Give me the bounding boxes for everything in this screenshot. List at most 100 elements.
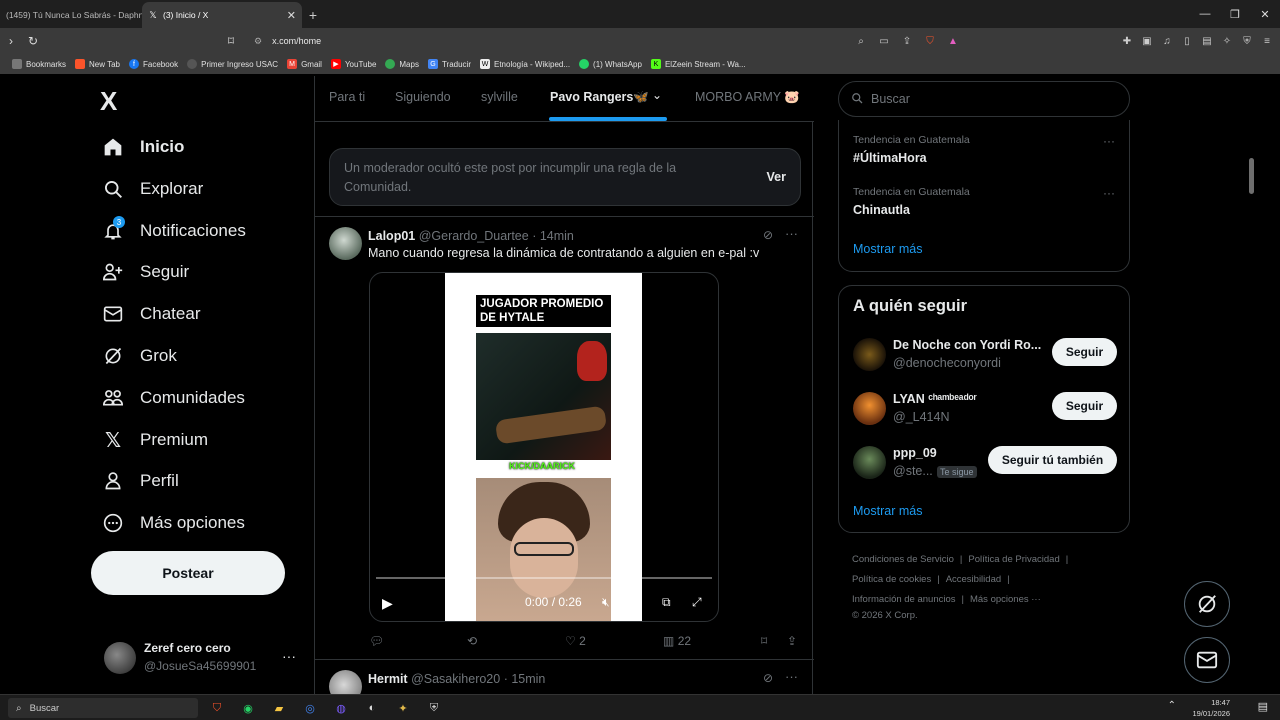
follow-button[interactable]: Seguir	[1052, 338, 1117, 366]
show-more-trends-link[interactable]: Mostrar más	[853, 242, 922, 256]
post-time[interactable]: · 15min	[504, 672, 546, 686]
views-button[interactable]: ▥ 22	[663, 634, 691, 648]
close-window-icon[interactable]: ✕	[1250, 0, 1280, 28]
menu-icon[interactable]: ≡	[1258, 32, 1276, 50]
post-button[interactable]: Postear	[91, 551, 285, 595]
chevron-down-icon[interactable]: ⌄	[652, 88, 662, 102]
nav-item-mas-opciones[interactable]: Más opciones	[102, 508, 245, 538]
video-progress-bar[interactable]	[376, 577, 712, 579]
bookmark-page-icon[interactable]: ⌑	[220, 30, 242, 52]
more-dots-icon[interactable]: ···	[1103, 134, 1115, 148]
game-app-icon[interactable]: ✦	[392, 698, 414, 718]
browser-tab-youtube[interactable]: (1459) Tú Nunca Lo Sabrás - Daphne	[0, 2, 142, 28]
more-dots-icon[interactable]: ···	[1103, 186, 1115, 200]
avatar[interactable]	[329, 227, 362, 260]
discord-app-icon[interactable]: ◍	[330, 698, 352, 718]
post-time[interactable]: · 14min	[532, 229, 574, 243]
forward-icon[interactable]: ›	[0, 30, 22, 52]
tab-morbo-army[interactable]: MORBO ARMY 🐷	[695, 90, 800, 105]
footer-link[interactable]: Política de Privacidad	[968, 554, 1059, 565]
author-handle[interactable]: @Sasakihero20	[411, 672, 500, 686]
more-dots-icon[interactable]: ···	[785, 226, 798, 241]
site-settings-icon[interactable]: ⚙	[254, 36, 262, 47]
reload-icon[interactable]: ↻	[22, 30, 44, 52]
grok-icon[interactable]: ⊘	[763, 671, 773, 685]
bookmark-new-tab[interactable]: New Tab	[75, 59, 120, 69]
show-more-follow-link[interactable]: Mostrar más	[853, 504, 922, 518]
account-switcher[interactable]: Zeref cero cero @JosueSa45699901 ···	[104, 638, 304, 678]
wallet-icon[interactable]: ▤	[1198, 32, 1216, 50]
share-icon[interactable]: ⇪	[787, 634, 797, 648]
nav-item-explorar[interactable]: Explorar	[102, 174, 203, 204]
search-box[interactable]: Buscar	[838, 81, 1130, 117]
grok-icon[interactable]: ⊘	[763, 228, 773, 242]
suggested-account[interactable]: LYAN ᶜʰᵃᵐᵇᵉᵃᵈᵒʳ @_L414N Seguir	[839, 386, 1131, 430]
footer-link[interactable]: Accesibilidad	[946, 574, 1001, 585]
tab-pavo-rangers[interactable]: Pavo Rangers🦋	[550, 90, 649, 105]
new-tab-button[interactable]: +	[302, 2, 324, 28]
recording-app-icon[interactable]: ◐	[361, 698, 383, 718]
grok-floating-button[interactable]	[1184, 581, 1230, 627]
bookmark-maps[interactable]: Maps	[385, 59, 419, 69]
maximize-icon[interactable]: ❐	[1220, 0, 1250, 28]
sidebar-icon[interactable]: ▯	[1178, 32, 1196, 50]
bookmark-whatsapp[interactable]: (1) WhatsApp	[579, 59, 642, 69]
bookmark-usac[interactable]: Primer Ingreso USAC	[187, 59, 278, 69]
nav-item-perfil[interactable]: Perfil	[102, 466, 179, 496]
follow-back-button[interactable]: Seguir tú también	[988, 446, 1117, 474]
footer-link[interactable]: Política de cookies	[852, 574, 931, 585]
brave-app-icon[interactable]: ⛉	[206, 698, 228, 718]
system-clock[interactable]: 18:47 19/01/2026	[1192, 697, 1230, 719]
repost-icon[interactable]: ⟲	[467, 634, 477, 648]
nav-item-premium[interactable]: 𝕏 Premium	[102, 425, 208, 455]
fullscreen-icon[interactable]: ⤢	[692, 595, 702, 610]
chrome-app-icon[interactable]: ◎	[299, 698, 321, 718]
reply-icon[interactable]: 💬︎	[369, 634, 384, 648]
like-button[interactable]: ♡ 2	[565, 634, 586, 648]
tab-sylville[interactable]: sylville	[481, 90, 518, 104]
media-icon[interactable]: ♫	[1158, 32, 1176, 50]
video-player[interactable]: JUGADOR PROMEDIO DE HYTALE KICK/DAARICK …	[369, 272, 719, 622]
bookmark-folder[interactable]: Bookmarks	[12, 59, 66, 69]
bookmark-youtube[interactable]: ▶ YouTube	[330, 59, 376, 69]
file-explorer-icon[interactable]: ▰	[268, 698, 290, 718]
share-icon[interactable]: ⇪	[898, 32, 916, 50]
bookmark-icon[interactable]: ⌑	[761, 634, 767, 648]
footer-link[interactable]: Información de anuncios	[852, 594, 956, 605]
footer-more-link[interactable]: Más opciones ···	[970, 594, 1041, 605]
extensions-icon[interactable]: ✚	[1118, 32, 1136, 50]
brave-shield-icon[interactable]: ⛉	[921, 32, 939, 50]
view-hidden-post-button[interactable]: Ver	[767, 170, 786, 184]
nav-item-inicio[interactable]: Inicio	[102, 132, 184, 162]
author-name[interactable]: Lalop01	[368, 229, 415, 243]
author-handle[interactable]: @Gerardo_Duartee	[419, 229, 529, 243]
picture-in-picture-icon[interactable]: ⧉	[662, 595, 671, 610]
bookmark-wikipedia[interactable]: W Etnología - Wikiped...	[480, 59, 570, 69]
tab-para-ti[interactable]: Para ti	[329, 90, 365, 104]
more-dots-icon[interactable]: ···	[785, 669, 798, 684]
close-tab-icon[interactable]: ✕	[287, 9, 296, 22]
bookmark-gmail[interactable]: M Gmail	[287, 59, 322, 69]
play-icon[interactable]: ▶	[382, 595, 393, 612]
scrollbar-thumb[interactable]	[1249, 158, 1254, 194]
leo-icon[interactable]: ✧	[1218, 32, 1236, 50]
bookmark-kick[interactable]: K ElZeein Stream - Wa...	[650, 59, 746, 69]
bookmark-facebook[interactable]: f Facebook	[129, 59, 178, 69]
tab-search-icon[interactable]: ▣	[1138, 32, 1156, 50]
suggested-account[interactable]: ppp_09 @ste... Te sigue Seguir tú tambié…	[839, 440, 1131, 484]
x-logo-icon[interactable]: X	[100, 88, 126, 114]
nav-item-comunidades[interactable]: Comunidades	[102, 383, 245, 413]
suggested-account[interactable]: De Noche con Yordi Ro... @denocheconyord…	[839, 332, 1131, 376]
follow-button[interactable]: Seguir	[1052, 392, 1117, 420]
zoom-icon[interactable]: ⌕	[852, 32, 870, 50]
cast-icon[interactable]: ▭	[875, 32, 893, 50]
nav-item-seguir[interactable]: Seguir	[102, 257, 189, 287]
minimize-icon[interactable]: —	[1190, 0, 1220, 28]
shield-app-icon[interactable]: ⛨	[423, 698, 445, 718]
more-dots-icon[interactable]: ···	[282, 648, 296, 664]
notification-center-icon[interactable]: ▤	[1258, 700, 1268, 713]
tab-siguiendo[interactable]: Siguiendo	[395, 90, 451, 104]
nav-item-grok[interactable]: Grok	[102, 341, 177, 371]
bookmark-translate[interactable]: G Traducir	[427, 59, 471, 69]
chevron-up-icon[interactable]: ⌃	[1168, 700, 1176, 711]
